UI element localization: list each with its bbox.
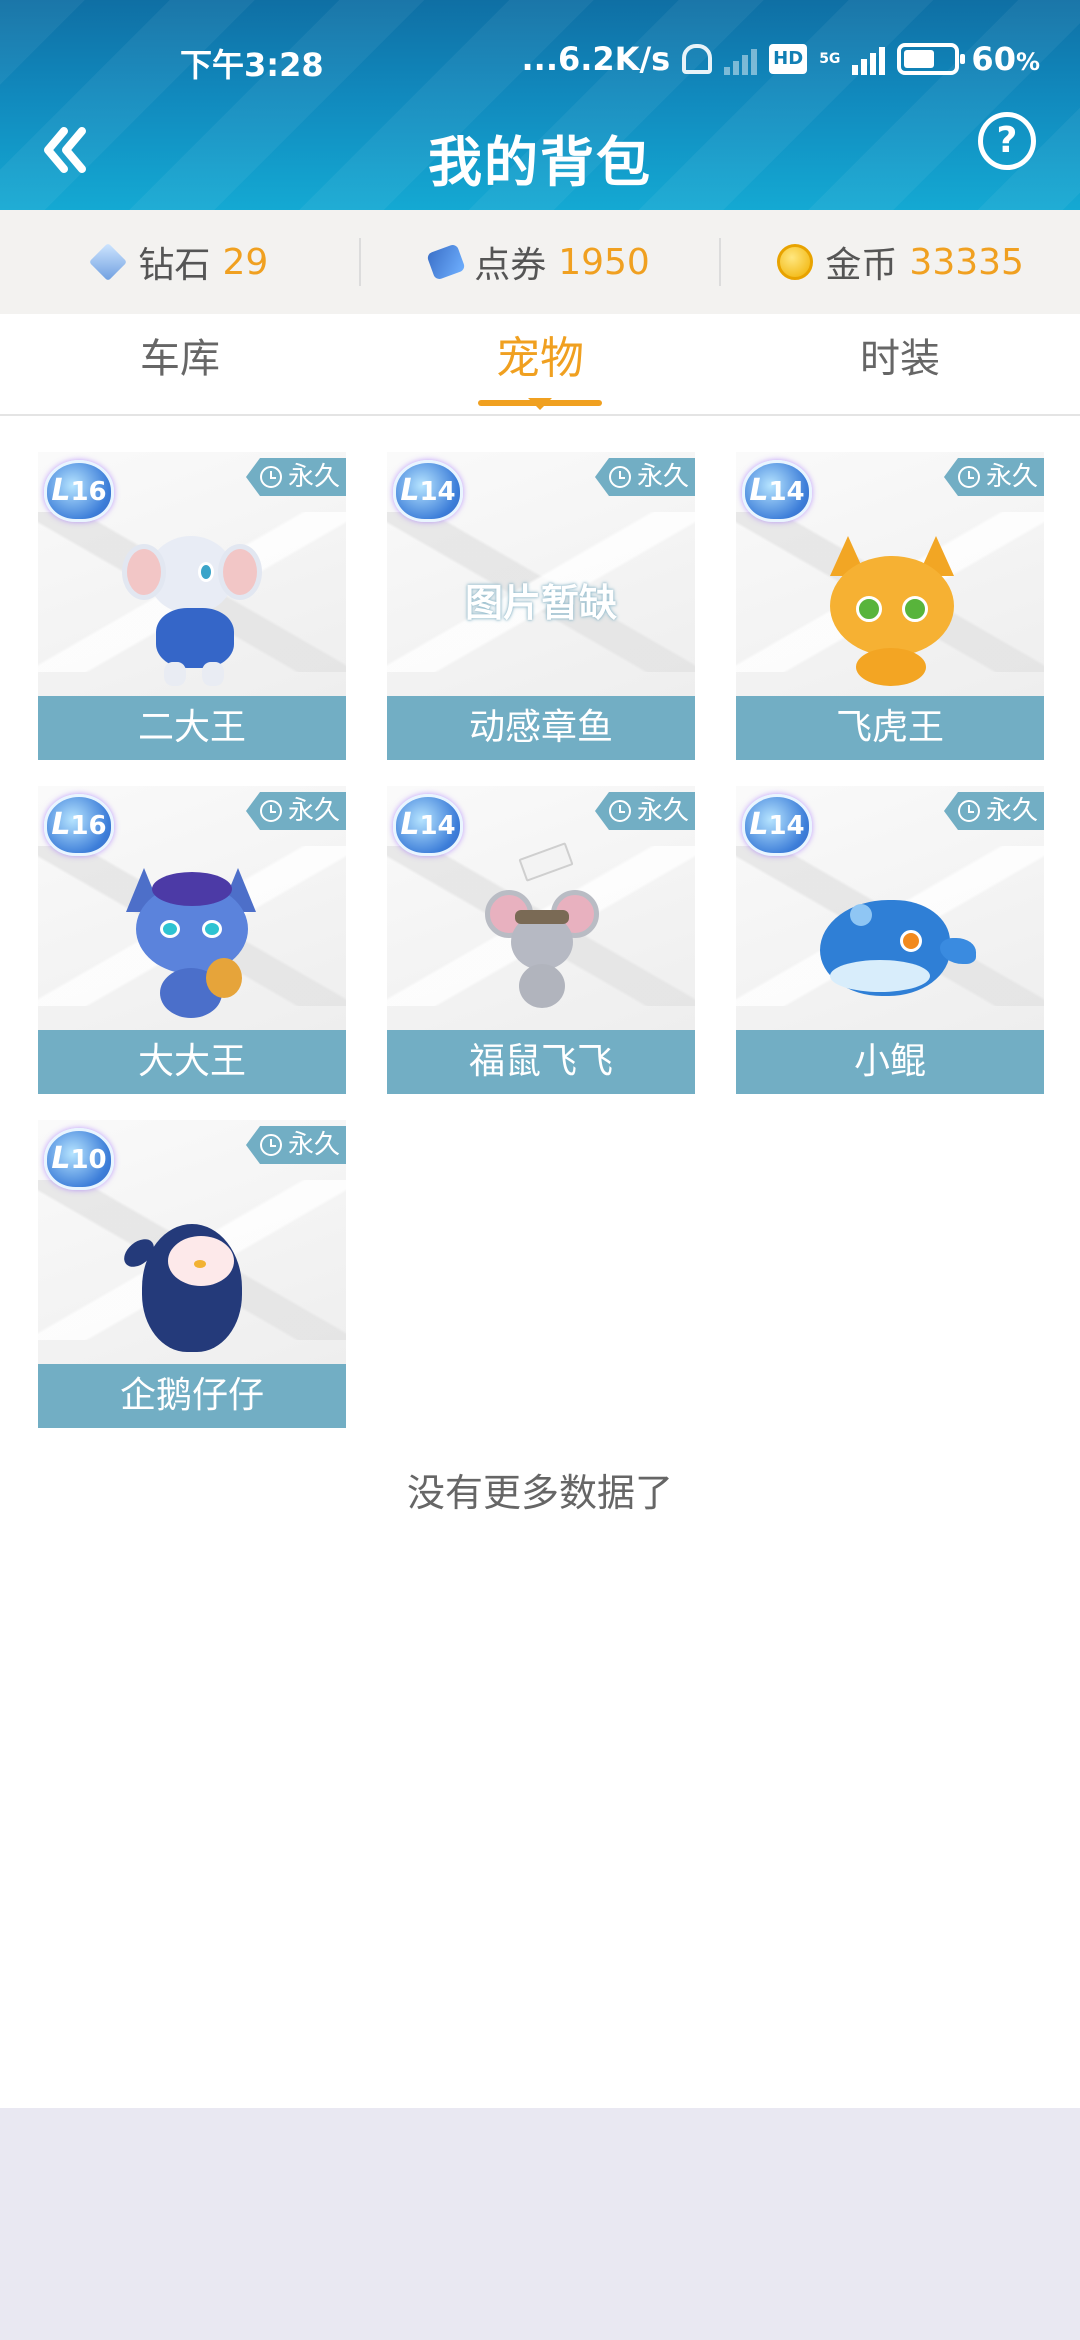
status-time: 下午3:28 (180, 46, 324, 84)
level-badge: L10 (44, 1128, 114, 1190)
duration-badge: 永久 (245, 792, 346, 830)
image-placeholder-text: 图片暂缺 (464, 581, 617, 625)
clock-icon (608, 466, 631, 488)
pet-name: 二大王 (38, 696, 346, 760)
currency-label: 点券 (474, 245, 547, 286)
tab-garage[interactable]: 车库 (0, 314, 360, 414)
currency-label: 金币 (825, 245, 898, 286)
currency-diamond: 钻石 29 (0, 236, 359, 288)
currency-voucher: 点券 1950 (361, 236, 720, 288)
pet-name: 福鼠飞飞 (387, 1030, 695, 1094)
pet-card[interactable]: 图片暂缺 L14 永久 动感章鱼 (387, 452, 695, 760)
pet-name: 企鹅仔仔 (38, 1364, 346, 1428)
pet-name: 大大王 (38, 1030, 346, 1094)
duration-badge: 永久 (943, 458, 1044, 496)
bottom-area (0, 2108, 1080, 2340)
tab-bar: 车库 宠物 时装 (0, 314, 1080, 416)
network-type: 5G (819, 51, 841, 67)
clock-icon (957, 800, 980, 822)
hd-icon: HD (769, 44, 808, 74)
pet-name: 动感章鱼 (387, 696, 695, 760)
currency-value: 33335 (909, 241, 1024, 283)
diamond-icon (89, 242, 128, 282)
duration-badge: 永久 (594, 792, 695, 830)
question-circle-icon: ? (996, 120, 1018, 161)
pet-card[interactable]: L14 永久 小鲲 (736, 786, 1044, 1094)
pet-elephant-image (122, 516, 262, 686)
tab-pets[interactable]: 宠物 (360, 314, 720, 414)
pet-card[interactable]: L16 永久 二大王 (38, 452, 346, 760)
currency-coin: 金币 33335 (721, 236, 1080, 288)
coin-icon (777, 244, 814, 280)
app-header: 下午3:28 ...6.2K/s HD 5G 60% 我的背包 ? (0, 0, 1080, 210)
duration-badge: 永久 (245, 458, 346, 496)
network-speed: ...6.2K/s (521, 40, 671, 78)
battery-icon (897, 43, 966, 75)
pet-cat-guitar-image (122, 850, 262, 1020)
battery-percent: 60% (971, 40, 1040, 78)
duration-badge: 永久 (594, 458, 695, 496)
pet-card[interactable]: L14 永久 飞虎王 (736, 452, 1044, 760)
duration-badge: 永久 (943, 792, 1044, 830)
pet-name: 飞虎王 (736, 696, 1044, 760)
page-title: 我的背包 (428, 131, 652, 194)
currency-value: 1950 (558, 241, 650, 283)
pet-penguin-image (118, 1184, 262, 1354)
status-icons: ...6.2K/s HD 5G 60% (522, 40, 1041, 78)
pet-mouse-image (471, 842, 611, 1020)
voucher-icon (426, 243, 467, 281)
status-bar: 下午3:28 ...6.2K/s HD 5G 60% (0, 30, 1080, 94)
level-badge: L16 (44, 460, 114, 522)
clock-icon (259, 800, 282, 822)
clock-icon (957, 466, 980, 488)
level-badge: L16 (44, 794, 114, 856)
level-badge: L14 (393, 460, 463, 522)
tab-fashion[interactable]: 时装 (720, 314, 1080, 414)
pet-card[interactable]: L10 永久 企鹅仔仔 (38, 1120, 346, 1428)
pet-whale-image (820, 850, 976, 1020)
currency-bar: 钻石 29 点券 1950 金币 33335 (0, 210, 1080, 314)
pet-card[interactable]: L14 永久 福鼠飞飞 (387, 786, 695, 1094)
level-badge: L14 (742, 460, 812, 522)
pet-tiger-image (820, 516, 960, 686)
pet-name: 小鲲 (736, 1030, 1044, 1094)
active-tab-indicator (478, 400, 602, 406)
duration-badge: 永久 (245, 1126, 346, 1164)
no-more-data-text: 没有更多数据了 (406, 1471, 673, 1515)
help-button[interactable]: ? (978, 112, 1036, 170)
currency-label: 钻石 (138, 245, 211, 286)
battery-level (904, 50, 935, 68)
clock-icon (259, 1134, 282, 1156)
level-badge: L14 (742, 794, 812, 856)
clock-icon (608, 800, 631, 822)
pet-card[interactable]: L16 永久 大大王 (38, 786, 346, 1094)
tab-label: 宠物 (496, 333, 584, 384)
bell-muted-icon (682, 44, 713, 74)
signal-strong-icon (852, 43, 886, 75)
clock-icon (259, 466, 282, 488)
signal-weak-icon (724, 43, 758, 75)
level-badge: L14 (393, 794, 463, 856)
currency-value: 29 (222, 241, 269, 283)
